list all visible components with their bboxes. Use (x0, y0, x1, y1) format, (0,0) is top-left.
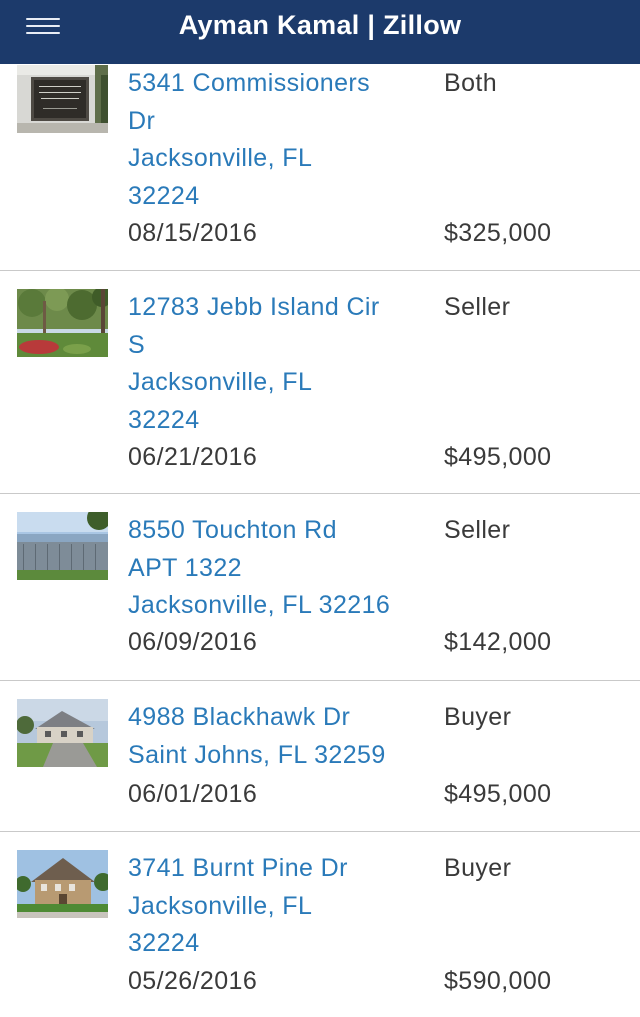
agent-role: Seller (444, 293, 511, 321)
agent-role: Buyer (444, 703, 512, 731)
transactions-list: 5341 Commissioners Dr Jacksonville, FL 3… (0, 60, 640, 1017)
sale-date: 06/21/2016 (128, 443, 258, 471)
sale-price: $590,000 (444, 967, 552, 995)
address-line: S (128, 330, 146, 359)
address-line: Jacksonville, FL (128, 891, 313, 920)
list-item[interactable]: 8550 Touchton Rd APT 1322 Jacksonville, … (0, 494, 640, 681)
agent-role: Buyer (444, 854, 512, 882)
property-photo[interactable] (17, 699, 108, 767)
address-line: 32224 (128, 181, 200, 210)
yard-trees-photo (17, 289, 108, 357)
lake-fence-photo (17, 512, 108, 580)
address-link[interactable]: 12783 Jebb Island Cir S Jacksonville, FL… (128, 289, 418, 439)
address-line: 5341 Commissioners (128, 69, 371, 97)
address-line: APT 1322 (128, 553, 242, 582)
property-photo[interactable] (17, 512, 108, 580)
list-item[interactable]: 5341 Commissioners Dr Jacksonville, FL 3… (0, 60, 640, 271)
property-photo[interactable] (17, 65, 108, 133)
property-photo[interactable] (17, 289, 108, 357)
app-header: Ayman Kamal | Zillow (0, 0, 640, 64)
list-item[interactable]: 12783 Jebb Island Cir S Jacksonville, FL… (0, 271, 640, 494)
page-title: Ayman Kamal | Zillow (178, 10, 462, 40)
sale-price: $495,000 (444, 443, 552, 471)
sale-date: 05/26/2016 (128, 967, 258, 995)
list-item[interactable]: 4988 Blackhawk Dr Saint Johns, FL 32259 … (0, 681, 640, 832)
sale-price: $142,000 (444, 628, 552, 656)
sale-price: $325,000 (444, 219, 552, 247)
address-link[interactable]: 4988 Blackhawk Dr Saint Johns, FL 32259 (128, 699, 428, 774)
address-line: 8550 Touchton Rd (128, 516, 337, 544)
address-line: Jacksonville, FL (128, 368, 313, 396)
address-line: 3741 Burnt Pine Dr (128, 854, 348, 882)
sale-date: 06/09/2016 (128, 628, 258, 656)
house-driveway-photo (17, 699, 108, 767)
address-line: 12783 Jebb Island Cir (128, 293, 380, 321)
address-link[interactable]: 5341 Commissioners Dr Jacksonville, FL 3… (128, 65, 418, 215)
address-line: 32224 (128, 405, 200, 434)
address-line: Jacksonville, FL 32216 (128, 591, 391, 619)
sale-date: 06/01/2016 (128, 780, 258, 808)
address-line: Saint Johns, FL 32259 (128, 740, 386, 769)
address-line: 4988 Blackhawk Dr (128, 703, 351, 731)
agent-role: Seller (444, 516, 511, 544)
two-story-house-photo (17, 850, 108, 918)
property-photo[interactable] (17, 850, 108, 918)
address-link[interactable]: 3741 Burnt Pine Dr Jacksonville, FL 3222… (128, 850, 418, 963)
pablo-creek-sign-photo (17, 65, 108, 133)
sale-date: 08/15/2016 (128, 219, 258, 247)
address-line: 32224 (128, 929, 200, 957)
list-item[interactable]: 3741 Burnt Pine Dr Jacksonville, FL 3222… (0, 832, 640, 1017)
address-link[interactable]: 8550 Touchton Rd APT 1322 Jacksonville, … (128, 512, 418, 625)
sale-price: $495,000 (444, 780, 552, 808)
agent-role: Both (444, 69, 498, 97)
address-line: Dr (128, 106, 156, 135)
address-line: Jacksonville, FL (128, 144, 313, 172)
